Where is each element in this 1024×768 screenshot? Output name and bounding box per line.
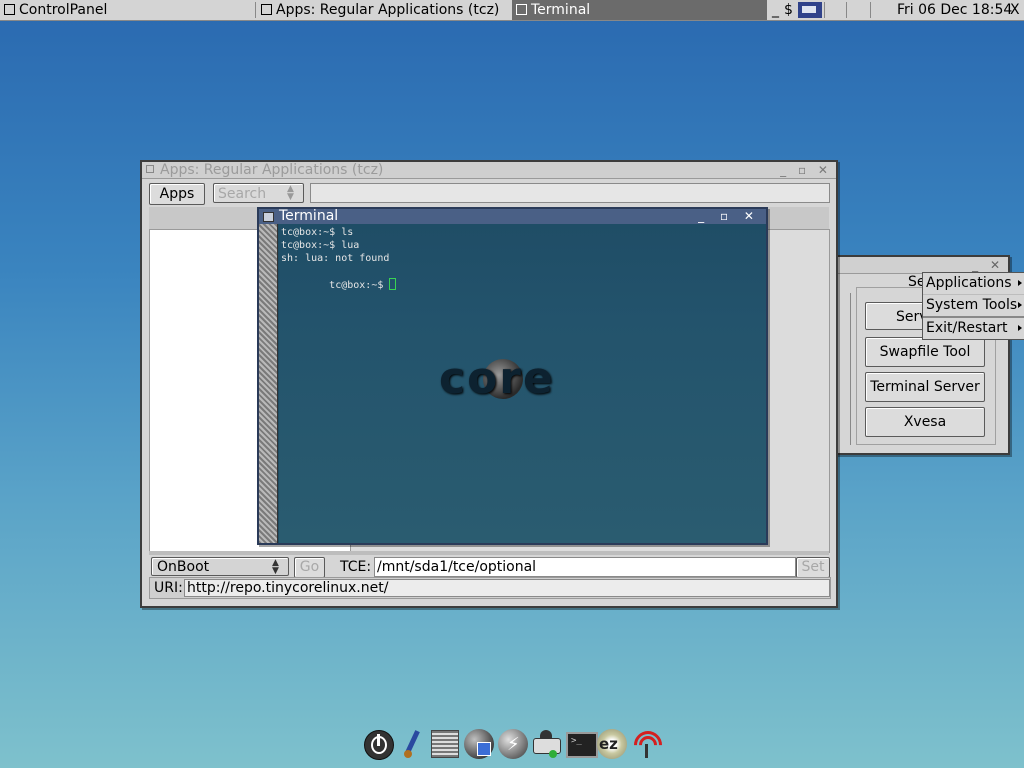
spin-arrows-icon: ▲ ▼ [272,558,279,576]
task-label: Terminal [531,2,591,18]
menu-item-label: Exit/Restart [926,320,1008,336]
tray-underscore[interactable]: _ [772,0,779,20]
divider [846,2,847,18]
task-label: Apps: Regular Applications (tcz) [276,2,500,18]
task-apps[interactable]: Apps: Regular Applications (tcz) [257,0,499,20]
search-input[interactable] [310,183,830,203]
terminal-line: tc@box:~$ lua [281,240,360,251]
terminal-scrollbar[interactable] [259,224,278,543]
divider [824,2,825,18]
mount-icon[interactable] [531,728,563,760]
menu-item-system-tools[interactable]: System Tools [923,295,1024,318]
uri-input[interactable]: http://repo.tinycorelinux.net/ [184,579,830,597]
core-logo-text: core [439,353,555,404]
window-title: Apps: Regular Applications (tcz) [160,162,384,178]
submenu-arrow-icon [1018,280,1022,286]
terminal-server-button[interactable]: Terminal Server [865,372,985,402]
tce-path-input[interactable]: /mnt/sda1/tce/optional [374,557,796,577]
submenu-arrow-icon [1018,325,1022,331]
uri-label: URI: [154,580,183,596]
apps-icon[interactable] [463,728,495,760]
editor-icon[interactable] [429,728,461,760]
window-menu-icon[interactable] [146,165,154,173]
terminal-icon[interactable]: >_ [564,728,598,760]
close-icon[interactable]: X [1010,0,1020,20]
divider [255,2,256,18]
tce-label: TCE: [340,559,372,575]
terminal-icon[interactable] [263,212,274,222]
window-square-icon [4,4,15,15]
submenu-arrow-icon [1018,302,1022,308]
ezremaster-icon[interactable]: ez [596,728,628,760]
power-icon[interactable] [362,728,394,760]
task-label: ControlPanel [19,2,108,18]
top-taskbar: ControlPanel Apps: Regular Applications … [0,0,1024,21]
xvesa-button[interactable]: Xvesa [865,407,985,437]
search-select-label: Search [218,186,267,202]
apps-titlebar[interactable]: Apps: Regular Applications (tcz) _ ▫ ✕ [142,162,836,179]
dock: ⚡ >_ ez [360,725,668,765]
set-button[interactable]: Set [796,557,830,578]
terminal-square-icon [516,4,527,15]
terminal-prompt-line: tc@box:~$ [279,265,766,291]
spin-arrows-icon: ▲ ▼ [287,184,294,202]
menu-item-label: System Tools [926,297,1018,313]
terminal-output[interactable]: tc@box:~$ ls tc@box:~$ lua sh: lua: not … [279,224,766,543]
horizontal-scrollbar[interactable] [149,551,829,555]
wireless-icon[interactable] [628,725,668,765]
terminal-line: sh: lua: not found [281,253,390,264]
menu-item-applications[interactable]: Applications [923,273,1024,295]
window-buttons[interactable]: _ ▫ ✕ [698,209,760,224]
clock: Fri 06 Dec 18:54 [897,2,1013,18]
terminal-prompt: tc@box:~$ [329,280,390,291]
menu-item-exit-restart[interactable]: Exit/Restart [923,318,1024,339]
go-button[interactable]: Go [294,557,325,578]
paintbrush-icon[interactable] [396,728,428,760]
window-buttons[interactable]: _ ✕ [972,257,1004,273]
running-icon[interactable]: ⚡ [497,728,529,760]
core-logo: core [439,349,599,409]
terminal-window: Terminal _ ▫ ✕ tc@box:~$ ls tc@box:~$ lu… [257,207,768,545]
onboot-select[interactable]: OnBoot ▲ ▼ [151,557,289,576]
divider [870,2,871,18]
swapfile-tool-button[interactable]: Swapfile Tool [865,337,985,367]
cursor [389,278,397,290]
window-title: Terminal [279,208,339,224]
tray-dollar[interactable]: $ [784,0,793,20]
context-menu: Applications System Tools Exit/Restart [922,272,1024,340]
task-controlpanel[interactable]: ControlPanel [0,0,107,20]
search-select[interactable]: Search ▲ ▼ [213,183,304,203]
window-square-icon [261,4,272,15]
task-terminal[interactable]: Terminal [512,0,767,20]
onboot-label: OnBoot [157,559,210,575]
terminal-line: tc@box:~$ ls [281,227,354,238]
ez-label: ez [599,735,618,753]
terminal-titlebar[interactable]: Terminal _ ▫ ✕ [259,209,766,224]
window-buttons[interactable]: _ ▫ ✕ [780,162,832,178]
menu-item-label: Applications [926,275,1012,291]
apps-menu-button[interactable]: Apps [149,183,205,205]
panel-left-edge [838,293,851,445]
monitor-icon[interactable] [798,2,822,18]
